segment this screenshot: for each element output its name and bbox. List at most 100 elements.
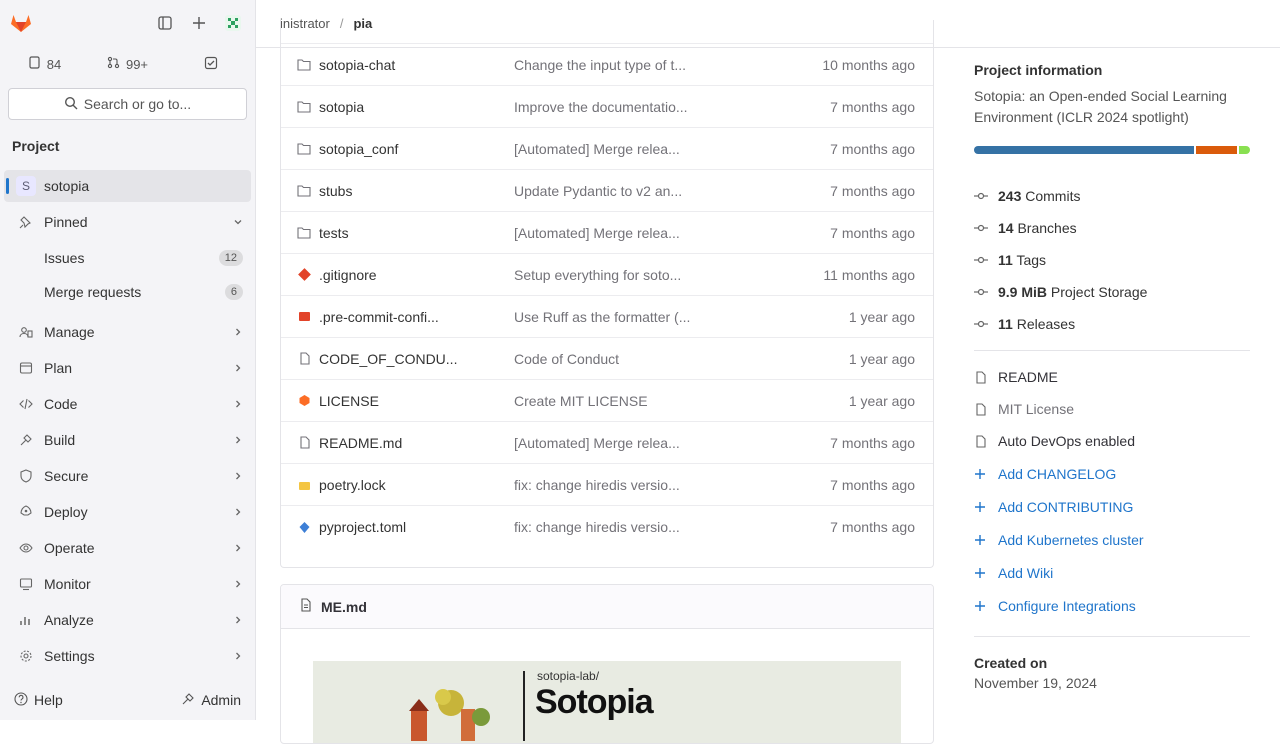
- sidebar-item-build[interactable]: Build: [4, 424, 251, 456]
- sidebar: 84 99+ Search or go to... Project S soto…: [0, 0, 256, 720]
- language-bar[interactable]: [974, 146, 1250, 154]
- project-link-readme[interactable]: README: [974, 361, 1250, 393]
- table-row: CODE_OF_CONDU... Code of Conduct 1 year ag…: [281, 338, 933, 380]
- monitor-icon: [16, 577, 36, 591]
- sidebar-item-deploy[interactable]: Deploy: [4, 496, 251, 528]
- commit-message[interactable]: [Automated] Merge relea...: [514, 141, 714, 157]
- stat-releases[interactable]: 11 Releases: [974, 308, 1250, 340]
- section-label: Project: [12, 138, 60, 154]
- project-link-add-wiki[interactable]: Add Wiki: [974, 556, 1250, 589]
- sidebar-item-analyze[interactable]: Analyze: [4, 604, 251, 636]
- sidebar-item-label: Build: [44, 432, 76, 448]
- project-link-add-kubernetes-cluster[interactable]: Add Kubernetes cluster: [974, 523, 1250, 556]
- commit-message[interactable]: Update Pydantic to v2 an...: [514, 183, 714, 199]
- tag-icon: [974, 253, 990, 267]
- file-name-cell[interactable]: README.md: [281, 435, 514, 451]
- file-name-cell[interactable]: sotopia-chat: [281, 57, 514, 73]
- file-name[interactable]: sotopia-chat: [319, 57, 395, 73]
- file-name[interactable]: sotopia_conf: [319, 141, 398, 157]
- file-name[interactable]: pyproject.toml: [319, 519, 406, 535]
- readme-title[interactable]: ME.md: [321, 599, 367, 615]
- stat-count: 11: [998, 252, 1013, 268]
- file-name[interactable]: poetry.lock: [319, 477, 386, 493]
- file-name-cell[interactable]: CODE_OF_CONDU...: [281, 351, 514, 367]
- commit-message[interactable]: fix: change hiredis versio...: [514, 519, 714, 535]
- file-file-icon: [297, 352, 311, 366]
- commit-message[interactable]: Use Ruff as the formatter (...: [514, 309, 714, 325]
- project-link-label: Add Wiki: [998, 564, 1054, 581]
- plan-icon: [16, 361, 36, 375]
- todo-list-count[interactable]: [172, 48, 249, 80]
- stat-tags[interactable]: 11 Tags: [974, 244, 1250, 276]
- search-icon: [64, 96, 78, 113]
- search-button[interactable]: Search or go to...: [8, 88, 247, 120]
- admin-button[interactable]: Admin: [173, 692, 249, 709]
- sidebar-item-monitor[interactable]: Monitor: [4, 568, 251, 600]
- issues-count-value: 84: [46, 56, 62, 72]
- file-name-cell[interactable]: .gitignore: [281, 267, 514, 283]
- sidebar-item-pinned[interactable]: Pinned: [4, 206, 251, 238]
- help-icon: [14, 691, 28, 709]
- commit-message[interactable]: [Automated] Merge relea...: [514, 435, 714, 451]
- chevron-right-icon: [233, 504, 243, 520]
- gitlab-logo[interactable]: [6, 8, 36, 38]
- sidebar-item-settings[interactable]: Settings: [4, 640, 251, 672]
- file-name-cell[interactable]: sotopia_conf: [281, 141, 514, 157]
- file-name-cell[interactable]: pyproject.toml: [281, 519, 514, 535]
- stat-project-storage[interactable]: 9.9 MiB Project Storage: [974, 276, 1250, 308]
- commit-message[interactable]: fix: change hiredis versio...: [514, 477, 714, 493]
- file-name-cell[interactable]: LICENSE: [281, 393, 514, 409]
- sidebar-item-label: Settings: [44, 648, 95, 664]
- project-link-add-contributing[interactable]: Add CONTRIBUTING: [974, 490, 1250, 523]
- sidebar-item-project[interactable]: S sotopia: [4, 170, 251, 202]
- create-new-icon[interactable]: [183, 8, 215, 38]
- commit-message[interactable]: Code of Conduct: [514, 351, 714, 367]
- file-name-cell[interactable]: tests: [281, 225, 514, 241]
- sidebar-item-label: Issues: [44, 250, 85, 266]
- chevron-right-icon: [233, 432, 243, 448]
- operate-icon: [16, 541, 36, 555]
- sidebar-item-plan[interactable]: Plan: [4, 352, 251, 384]
- commit-message[interactable]: Change the input type of t...: [514, 57, 714, 73]
- file-name-cell[interactable]: poetry.lock: [281, 477, 514, 493]
- sidebar-item-merge-requests[interactable]: Merge requests 6: [4, 276, 251, 308]
- file-name[interactable]: CODE_OF_CONDU...: [319, 351, 457, 367]
- sidebar-item-label: Analyze: [44, 612, 94, 628]
- sidebar-item-secure[interactable]: Secure: [4, 460, 251, 492]
- file-name[interactable]: .gitignore: [319, 267, 377, 283]
- file-name-cell[interactable]: sotopia: [281, 99, 514, 115]
- banner-divider: [523, 671, 525, 741]
- project-link-mit-license[interactable]: MIT License: [974, 393, 1250, 425]
- file-name[interactable]: LICENSE: [319, 393, 379, 409]
- project-link-auto-devops-enabled[interactable]: Auto DevOps enabled: [974, 425, 1250, 457]
- user-avatar[interactable]: [217, 8, 249, 38]
- project-link-configure-integrations[interactable]: Configure Integrations: [974, 589, 1250, 622]
- file-name-cell[interactable]: .pre-commit-confi...: [281, 309, 514, 325]
- plus-icon: [974, 501, 990, 513]
- chevron-right-icon: [233, 396, 243, 412]
- chevron-right-icon: [233, 360, 243, 376]
- sidebar-item-issues[interactable]: Issues 12: [4, 242, 251, 274]
- help-button[interactable]: Help: [6, 691, 71, 709]
- merge-requests-count[interactable]: 99+: [89, 48, 166, 80]
- project-link-add-changelog[interactable]: Add CHANGELOG: [974, 457, 1250, 490]
- stat-branches[interactable]: 14 Branches: [974, 212, 1250, 244]
- commit-message[interactable]: Improve the documentatio...: [514, 99, 714, 115]
- assigned-issues-count[interactable]: 84: [6, 48, 83, 80]
- stat-commits[interactable]: 243 Commits: [974, 180, 1250, 212]
- toggle-sidebar-icon[interactable]: [149, 8, 181, 38]
- sidebar-item-manage[interactable]: Manage: [4, 316, 251, 348]
- commit-message[interactable]: Setup everything for soto...: [514, 267, 714, 283]
- file-name[interactable]: README.md: [319, 435, 402, 451]
- sidebar-item-code[interactable]: Code: [4, 388, 251, 420]
- file-name[interactable]: tests: [319, 225, 349, 241]
- file-name-cell[interactable]: stubs: [281, 183, 514, 199]
- stat-label: Project Storage: [1050, 284, 1148, 300]
- sidebar-item-operate[interactable]: Operate: [4, 532, 251, 564]
- commit-message[interactable]: Create MIT LICENSE: [514, 393, 714, 409]
- commit-message[interactable]: [Automated] Merge relea...: [514, 225, 714, 241]
- file-name[interactable]: sotopia: [319, 99, 364, 115]
- file-name[interactable]: stubs: [319, 183, 352, 199]
- file-name[interactable]: .pre-commit-confi...: [319, 309, 439, 325]
- sidebar-counts: 84 99+: [6, 48, 249, 80]
